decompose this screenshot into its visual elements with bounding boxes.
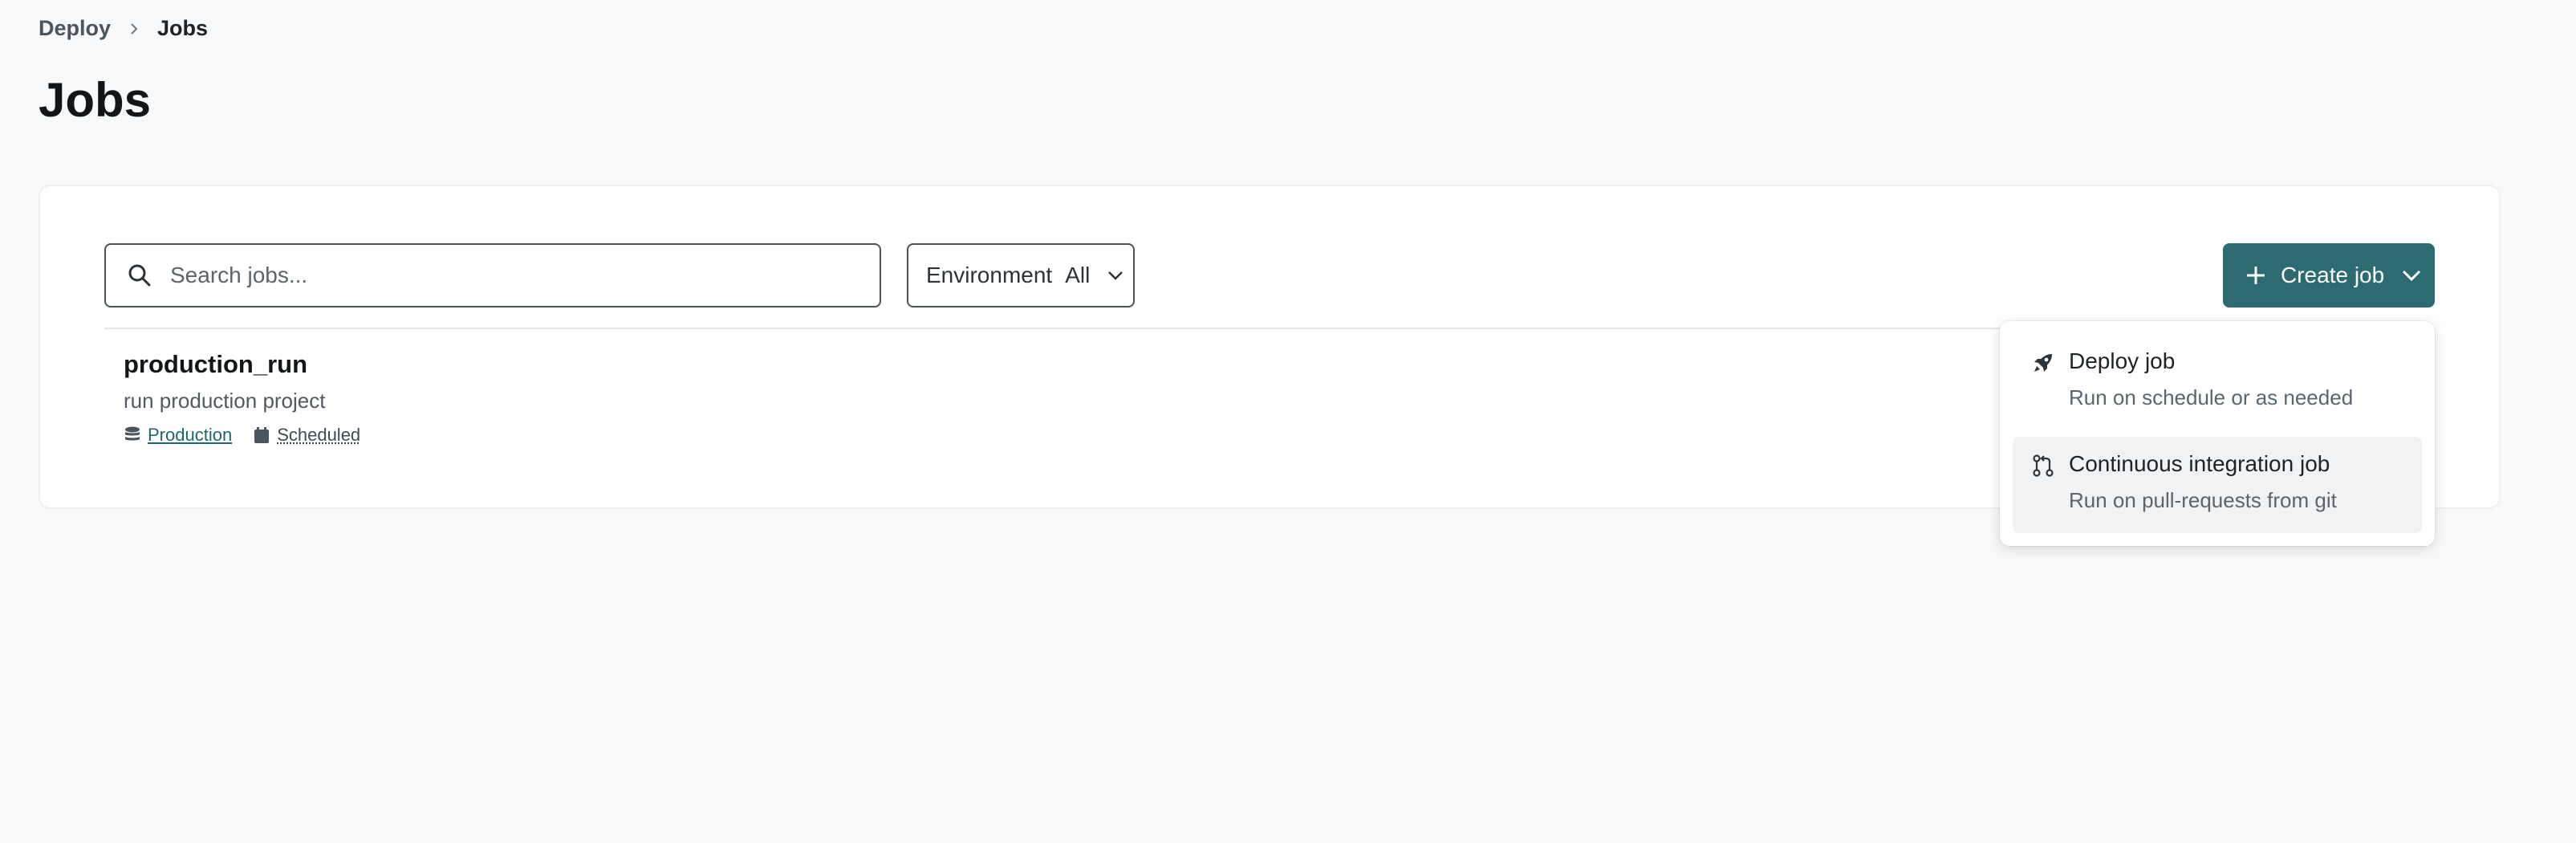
search-box[interactable] — [104, 243, 881, 307]
chevron-right-icon — [125, 20, 143, 38]
create-job-button[interactable]: Create job — [2223, 243, 2435, 307]
job-trigger-label: Scheduled — [277, 425, 361, 445]
breadcrumb: Deploy Jobs — [39, 16, 208, 41]
job-environment-link[interactable]: Production — [148, 425, 232, 446]
environment-filter[interactable]: Environment All — [907, 243, 1135, 307]
job-trigger: Scheduled — [253, 425, 360, 446]
database-icon — [124, 426, 141, 445]
job-environment: Production — [124, 425, 232, 446]
menu-item-subtitle: Run on schedule or as needed — [2069, 385, 2354, 409]
menu-item-ci-job[interactable]: Continuous integration job Run on pull-r… — [2013, 437, 2422, 533]
breadcrumb-deploy-link[interactable]: Deploy — [39, 16, 111, 41]
menu-item-title: Deploy job — [2069, 348, 2176, 373]
job-list-item[interactable]: production_run run production project Pr… — [124, 350, 381, 446]
page-title: Jobs — [39, 73, 152, 127]
rocket-icon — [2030, 350, 2056, 376]
create-job-label: Create job — [2281, 263, 2385, 287]
environment-filter-value: All — [1065, 263, 1091, 287]
breadcrumb-current: Jobs — [157, 16, 209, 40]
search-input[interactable] — [170, 263, 860, 288]
git-pull-request-icon — [2030, 453, 2056, 479]
menu-item-deploy-job[interactable]: Deploy job Run on schedule or as needed — [2013, 334, 2422, 430]
job-description: run production project — [124, 389, 326, 413]
job-meta: Production Scheduled — [124, 425, 381, 446]
environment-filter-label: Environment — [926, 263, 1053, 287]
chevron-down-icon — [1104, 264, 1127, 287]
job-name[interactable]: production_run — [124, 350, 381, 379]
menu-item-subtitle: Run on pull-requests from git — [2069, 488, 2337, 512]
chevron-down-icon — [2399, 263, 2424, 288]
menu-item-title: Continuous integration job — [2069, 451, 2330, 476]
plus-icon — [2244, 263, 2268, 287]
calendar-icon — [253, 426, 270, 445]
create-job-menu: Deploy job Run on schedule or as needed … — [2000, 321, 2435, 546]
search-icon — [124, 259, 156, 291]
